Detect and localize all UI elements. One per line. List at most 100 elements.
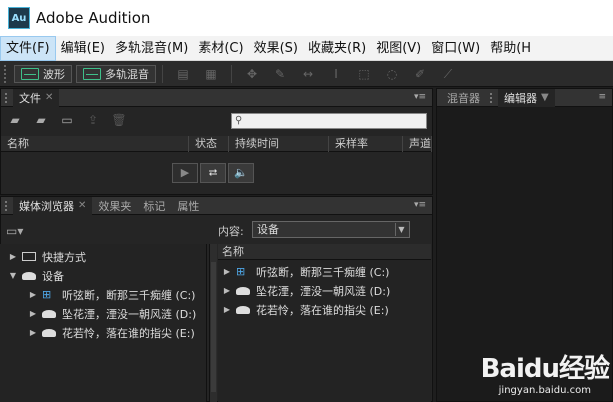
list-item-label: 坠花湮，湮没一朝风涟 (D:) bbox=[256, 284, 391, 298]
editor-panel-tabs: 混音器 编辑器 ▼ ≡ bbox=[437, 88, 612, 107]
expand-arrow-icon[interactable]: ▶ bbox=[8, 252, 18, 261]
collapse-arrow-icon[interactable]: ▼ bbox=[8, 271, 18, 280]
tab-mixer[interactable]: 混音器 bbox=[437, 89, 486, 107]
tab-files[interactable]: 文件 ✕ bbox=[13, 88, 60, 107]
tree-item-devices[interactable]: ▼ 设备 bbox=[0, 266, 206, 285]
media-panel-tabs: 媒体浏览器 ✕ 效果夹 标记 属性 ▾≡ bbox=[1, 196, 432, 215]
multitrack-button[interactable]: 多轨混音 bbox=[76, 64, 156, 83]
waveform-button[interactable]: 波形 bbox=[14, 64, 72, 83]
waveform-icon bbox=[21, 67, 39, 80]
files-search-field[interactable]: ⚲ bbox=[231, 113, 427, 129]
panel-menu-icon[interactable]: ≡ bbox=[598, 92, 606, 102]
audition-logo-icon: Au bbox=[8, 7, 30, 29]
tree-item-label: 快捷方式 bbox=[42, 250, 86, 264]
list-column-name[interactable]: 名称 bbox=[218, 244, 431, 260]
menu-edit[interactable]: 编辑(E) bbox=[56, 36, 110, 61]
panel-menu-icon[interactable]: ▾≡ bbox=[414, 92, 426, 102]
tab-effects-rack[interactable]: 效果夹 bbox=[92, 197, 137, 215]
column-name[interactable]: 名称 bbox=[1, 136, 189, 152]
import-file-icon[interactable]: ▰ bbox=[33, 113, 49, 127]
new-file-icon[interactable]: ▭ bbox=[59, 113, 75, 127]
chevron-down-icon[interactable]: ▼ bbox=[541, 92, 549, 103]
menu-view[interactable]: 视图(V) bbox=[371, 36, 426, 61]
list-item-label: 花若怜，落在谁的指尖 (E:) bbox=[256, 303, 389, 317]
tree-item-label: 听弦断，断那三千痴缠 (C:) bbox=[62, 288, 196, 302]
tab-properties[interactable]: 属性 bbox=[171, 197, 205, 215]
system-drive-icon: ⊞ bbox=[42, 287, 52, 301]
close-icon[interactable]: ✕ bbox=[45, 92, 53, 103]
drive-icon bbox=[236, 286, 250, 295]
tab-markers[interactable]: 标记 bbox=[137, 197, 171, 215]
content-select-value: 设备 bbox=[257, 223, 279, 236]
slip-tool-icon[interactable]: ↔ bbox=[300, 67, 316, 81]
tree-item-shortcuts[interactable]: ▶ 快捷方式 bbox=[0, 247, 206, 266]
delete-icon[interactable]: 🗑 bbox=[111, 113, 127, 127]
tree-item-drive-c[interactable]: ▶ ⊞ 听弦断，断那三千痴缠 (C:) bbox=[0, 285, 206, 304]
lasso-tool-icon[interactable]: ◌ bbox=[384, 67, 400, 81]
media-list-pane: 名称 ▶ ⊞ 听弦断，断那三千痴缠 (C:) ▶ 坠花湮，湮没一朝风涟 (D:)… bbox=[218, 244, 431, 402]
column-status[interactable]: 状态 bbox=[189, 136, 229, 152]
toolbar: 波形 多轨混音 ▤ ▦ ✥ ✎ ↔ I ⬚ ◌ ✐ ⟋ bbox=[0, 61, 613, 87]
move-tool-icon[interactable]: ✥ bbox=[244, 67, 260, 81]
drive-icon bbox=[22, 271, 36, 280]
close-icon[interactable]: ✕ bbox=[78, 200, 86, 211]
column-duration[interactable]: 持续时间 bbox=[229, 136, 329, 152]
list-header-label: 名称 bbox=[222, 245, 244, 258]
expand-arrow-icon[interactable]: ▶ bbox=[222, 305, 232, 314]
spectral-frequency-icon[interactable]: ▤ bbox=[175, 67, 191, 81]
marquee-tool-icon[interactable]: ⬚ bbox=[356, 67, 372, 81]
files-panel-tabs: 文件 ✕ ▾≡ bbox=[1, 88, 432, 107]
menu-multitrack[interactable]: 多轨混音(M) bbox=[110, 36, 193, 61]
tree-item-drive-e[interactable]: ▶ 花若怜，落在谁的指尖 (E:) bbox=[0, 323, 206, 342]
drive-dropdown-icon[interactable]: ▭▾ bbox=[6, 224, 23, 238]
loop-icon[interactable]: ⮂ bbox=[200, 163, 226, 183]
panel-grip[interactable] bbox=[5, 200, 9, 211]
content-select[interactable]: 设备 ▼ bbox=[252, 221, 410, 238]
autoplay-speaker-icon[interactable]: 🔈 bbox=[228, 163, 254, 183]
tab-media-browser[interactable]: 媒体浏览器 ✕ bbox=[13, 196, 93, 215]
menu-favorites[interactable]: 收藏夹(R) bbox=[303, 36, 371, 61]
app-title: Adobe Audition bbox=[36, 9, 151, 27]
play-icon[interactable]: ▶ bbox=[172, 163, 198, 183]
open-file-icon[interactable]: ▰ bbox=[7, 113, 23, 127]
menu-bar: 文件(F) 编辑(E) 多轨混音(M) 素材(C) 效果(S) 收藏夹(R) 视… bbox=[0, 35, 613, 61]
time-selection-tool-icon[interactable]: I bbox=[328, 67, 344, 81]
insert-into-multitrack-icon[interactable]: ⇪ bbox=[85, 113, 101, 127]
column-channels[interactable]: 声道 bbox=[403, 136, 432, 152]
menu-effects[interactable]: 效果(S) bbox=[249, 36, 303, 61]
files-column-headers: 名称 状态 持续时间 采样率 声道 bbox=[1, 136, 432, 152]
razor-tool-icon[interactable]: ✎ bbox=[272, 67, 288, 81]
tree-scrollbar[interactable] bbox=[209, 244, 217, 402]
spot-healing-tool-icon[interactable]: ⟋ bbox=[440, 67, 456, 81]
list-item-drive-e[interactable]: ▶ 花若怜，落在谁的指尖 (E:) bbox=[218, 300, 431, 319]
tab-editor[interactable]: 编辑器 ▼ bbox=[498, 88, 555, 107]
expand-arrow-icon[interactable]: ▶ bbox=[28, 290, 38, 299]
tree-item-drive-d[interactable]: ▶ 坠花湮，湮没一朝风涟 (D:) bbox=[0, 304, 206, 323]
scrollbar-thumb[interactable] bbox=[211, 262, 216, 392]
spectral-pitch-icon[interactable]: ▦ bbox=[203, 67, 219, 81]
menu-window[interactable]: 窗口(W) bbox=[426, 36, 485, 61]
toolbar-divider bbox=[162, 64, 163, 83]
expand-arrow-icon[interactable]: ▶ bbox=[222, 286, 232, 295]
expand-arrow-icon[interactable]: ▶ bbox=[222, 267, 232, 276]
list-item-drive-d[interactable]: ▶ 坠花湮，湮没一朝风涟 (D:) bbox=[218, 281, 431, 300]
expand-arrow-icon[interactable]: ▶ bbox=[28, 309, 38, 318]
watermark-url: jingyan.baidu.com bbox=[498, 385, 591, 396]
panel-menu-icon[interactable]: ▾≡ bbox=[414, 200, 426, 210]
brush-tool-icon[interactable]: ✐ bbox=[412, 67, 428, 81]
menu-clip[interactable]: 素材(C) bbox=[193, 36, 248, 61]
tab-editor-label: 编辑器 bbox=[504, 91, 537, 105]
list-item-drive-c[interactable]: ▶ ⊞ 听弦断，断那三千痴缠 (C:) bbox=[218, 262, 431, 281]
toolbar-grip[interactable] bbox=[4, 64, 10, 83]
files-search-input[interactable] bbox=[232, 114, 426, 129]
column-sample-rate[interactable]: 采样率 bbox=[329, 136, 403, 152]
expand-arrow-icon[interactable]: ▶ bbox=[28, 328, 38, 337]
multitrack-label: 多轨混音 bbox=[105, 67, 149, 81]
panel-grip[interactable] bbox=[5, 92, 9, 103]
panel-grip[interactable] bbox=[490, 92, 494, 103]
menu-help[interactable]: 帮助(H bbox=[485, 36, 536, 61]
content-label: 内容: bbox=[218, 225, 244, 238]
tree-item-label: 坠花湮，湮没一朝风涟 (D:) bbox=[62, 307, 197, 321]
menu-file[interactable]: 文件(F) bbox=[0, 35, 56, 61]
multitrack-icon bbox=[83, 67, 101, 80]
